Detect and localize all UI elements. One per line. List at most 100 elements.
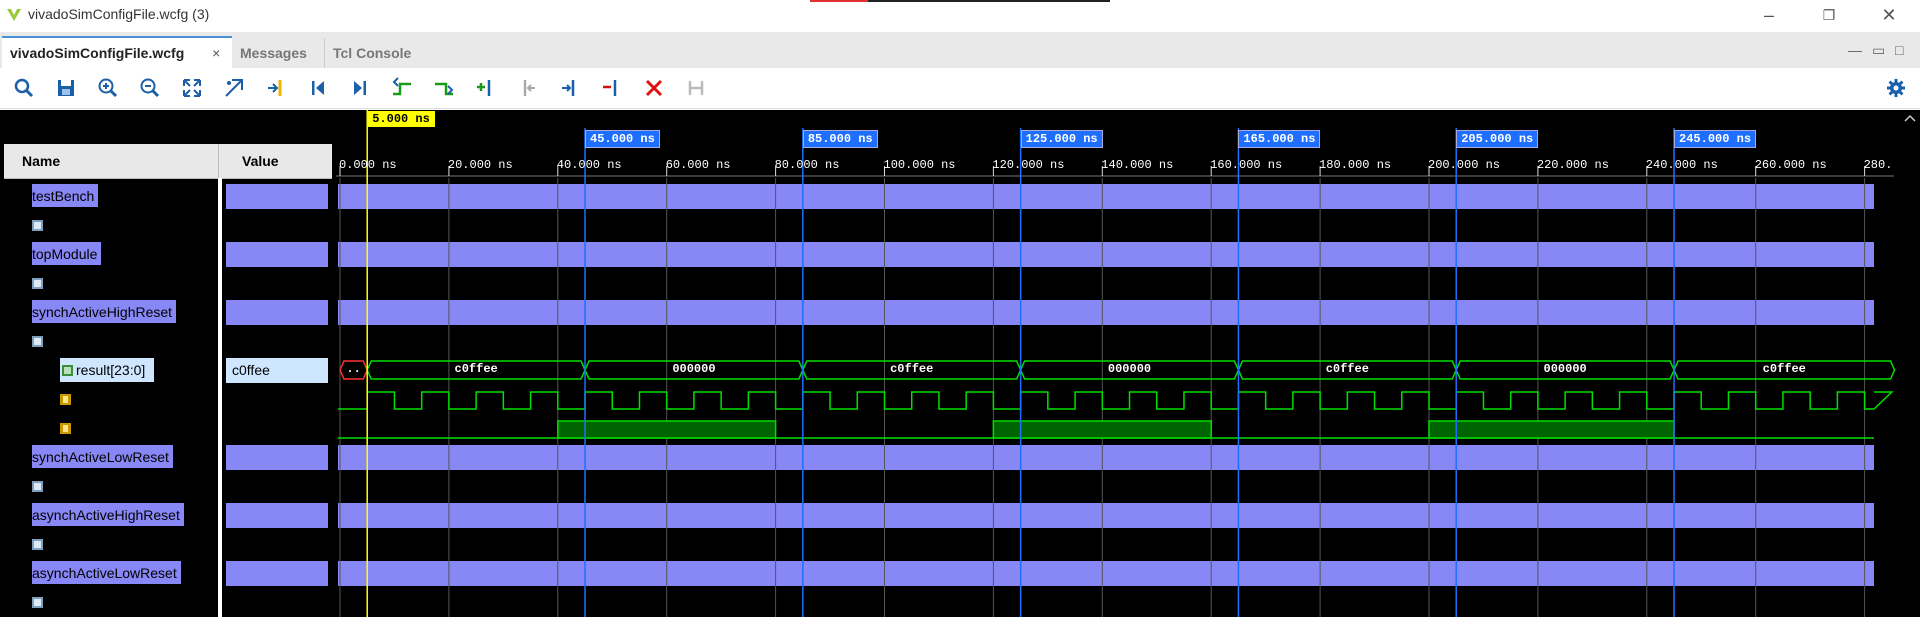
group-label: asynchActiveLowReset: [32, 561, 181, 584]
group-value-bar: [226, 242, 328, 267]
chevron-right-icon[interactable]: ❯: [16, 594, 28, 608]
ruler-tick-label: 260.000 ns: [1754, 158, 1827, 172]
tab-label: Tcl Console: [333, 45, 412, 61]
ruler-tick-label: 40.000 ns: [556, 158, 622, 172]
tab-waveform[interactable]: vivadoSimConfigFile.wcfg ×: [2, 36, 232, 68]
ruler-tick-label: 100.000 ns: [883, 158, 956, 172]
bus-value-label: c0ffee: [890, 362, 934, 376]
go-to-last-time-icon[interactable]: [348, 76, 372, 100]
clk-waveform: [338, 391, 1894, 410]
go-to-cursor-icon[interactable]: [264, 76, 288, 100]
next-marker-icon[interactable]: [558, 76, 582, 100]
group-label: synchActiveLowReset: [32, 445, 173, 468]
bus-value-label: c0ffee: [1762, 362, 1806, 376]
group-divider-asynchactivehighreset[interactable]: asynchActiveHighReset: [4, 501, 332, 530]
next-transition-icon[interactable]: [432, 76, 456, 100]
rst-high-pulse: [992, 420, 1212, 439]
save-icon[interactable]: [54, 76, 78, 100]
waveform-toolbar: [0, 70, 1920, 109]
chevron-right-icon[interactable]: ❯: [16, 217, 28, 231]
scope-row-synchactivehighreset[interactable]: ❯ synchActiveHighReset: [4, 327, 332, 356]
window-restore-button[interactable]: ❐: [1816, 4, 1842, 26]
window-minimize-button[interactable]: –: [1756, 4, 1782, 26]
group-divider-topmodule[interactable]: topModule: [4, 240, 332, 269]
chevron-right-icon[interactable]: ❯: [16, 478, 28, 492]
vertical-scrollbar[interactable]: [1900, 110, 1920, 617]
gear-icon[interactable]: [1884, 76, 1908, 100]
ruler-tick-label: 140.000 ns: [1101, 158, 1174, 172]
waveform-window: Name Value testBench ❯ testBench topModu…: [0, 110, 1920, 617]
group-divider-asynchactivelowreset[interactable]: asynchActiveLowReset: [4, 559, 332, 588]
rst-high-pulse: [557, 420, 777, 439]
group-divider-synchactivelowreset[interactable]: synchActiveLowReset: [4, 443, 332, 472]
marker-label: 45.000 ns: [585, 130, 660, 148]
group-bar: [338, 184, 1874, 209]
group-divider-testbench[interactable]: testBench: [4, 182, 332, 211]
zoom-in-icon[interactable]: [96, 76, 120, 100]
bus-icon: [62, 365, 73, 376]
scope-row-synchactivelowreset[interactable]: ❯ synchActiveLowReset: [4, 472, 332, 501]
tab-tcl-console[interactable]: Tcl Console: [324, 38, 432, 68]
value-column-header[interactable]: Value: [242, 153, 279, 169]
bus-value-label: ..: [346, 362, 361, 376]
panel-minimize-button[interactable]: —: [1848, 42, 1862, 58]
group-bar: [338, 503, 1874, 528]
window-title: vivadoSimConfigFile.wcfg (3): [28, 6, 210, 22]
scroll-up-icon[interactable]: [1900, 110, 1920, 126]
logic-signal-icon: [60, 394, 71, 405]
scope-row-asynchactivelowreset[interactable]: ❯ asynchActiveLowReset: [4, 588, 332, 617]
group-label: synchActiveHighReset: [32, 300, 177, 323]
snap-to-transition-icon[interactable]: [684, 76, 708, 100]
ruler-tick-label: 200.000 ns: [1428, 158, 1501, 172]
previous-marker-icon[interactable]: [516, 76, 540, 100]
group-value-bar: [226, 445, 328, 470]
zoom-fit-icon[interactable]: [180, 76, 204, 100]
name-column-header[interactable]: Name: [22, 153, 60, 169]
marker-label: 245.000 ns: [1674, 130, 1757, 148]
scope-label: synchActiveHighReset: [48, 333, 189, 349]
scope-row-asynchactivehighreset[interactable]: ❯ asynchActiveHighReset: [4, 530, 332, 559]
signal-row-result[interactable]: ❯ result[23:0] c0ffee: [4, 356, 332, 385]
tab-close-icon[interactable]: ×: [212, 45, 220, 61]
panel-maximize-button[interactable]: □: [1895, 42, 1903, 58]
group-divider-synchactivehighreset[interactable]: synchActiveHighReset: [4, 298, 332, 327]
signal-row-clk[interactable]: clk 1: [4, 385, 332, 414]
tab-label: Messages: [240, 45, 307, 61]
chevron-right-icon[interactable]: ❯: [44, 362, 56, 376]
panel-restore-button[interactable]: ▭: [1872, 42, 1885, 59]
column-divider[interactable]: [218, 144, 219, 178]
ruler-tick-label: 180.000 ns: [1319, 158, 1392, 172]
signal-value: 1: [232, 391, 240, 407]
group-bar: [338, 242, 1874, 267]
vivado-logo-icon: [7, 9, 21, 21]
group-label: asynchActiveHighReset: [32, 503, 184, 526]
marker-label: 205.000 ns: [1456, 130, 1539, 148]
scope-row-testbench[interactable]: ❯ testBench: [4, 211, 332, 240]
delete-icon[interactable]: [642, 76, 666, 100]
signal-name-panel: Name Value testBench ❯ testBench topModu…: [4, 110, 332, 617]
progress-indicator: [810, 0, 1110, 2]
ruler-tick-label: 120.000 ns: [992, 158, 1065, 172]
bus-value-label: 000000: [1543, 362, 1587, 376]
ruler-tick-label: 160.000 ns: [1210, 158, 1283, 172]
add-marker-icon[interactable]: [474, 76, 498, 100]
window-close-button[interactable]: ✕: [1876, 4, 1902, 26]
tab-bar: vivadoSimConfigFile.wcfg × Messages Tcl …: [0, 32, 1920, 68]
zoom-out-icon[interactable]: [138, 76, 162, 100]
auto-scale-icon[interactable]: [222, 76, 246, 100]
swap-cursors-icon[interactable]: [600, 76, 624, 100]
chevron-down-icon[interactable]: ❯: [15, 334, 29, 346]
ruler-tick-label: 0.000 ns: [339, 158, 397, 172]
marker-label: 125.000 ns: [1020, 130, 1103, 148]
previous-transition-icon[interactable]: [390, 76, 414, 100]
chevron-right-icon[interactable]: ❯: [16, 275, 28, 289]
signal-row-rst[interactable]: rst 0: [4, 414, 332, 443]
tab-messages[interactable]: Messages: [232, 38, 324, 68]
ruler-tick-label: 240.000 ns: [1645, 158, 1718, 172]
scope-row-topmodule[interactable]: ❯ topModule: [4, 269, 332, 298]
search-icon[interactable]: [12, 76, 36, 100]
scope-icon: [32, 220, 43, 231]
go-to-time-zero-icon[interactable]: [306, 76, 330, 100]
chevron-right-icon[interactable]: ❯: [16, 536, 28, 550]
signal-value: c0ffee: [232, 362, 270, 378]
